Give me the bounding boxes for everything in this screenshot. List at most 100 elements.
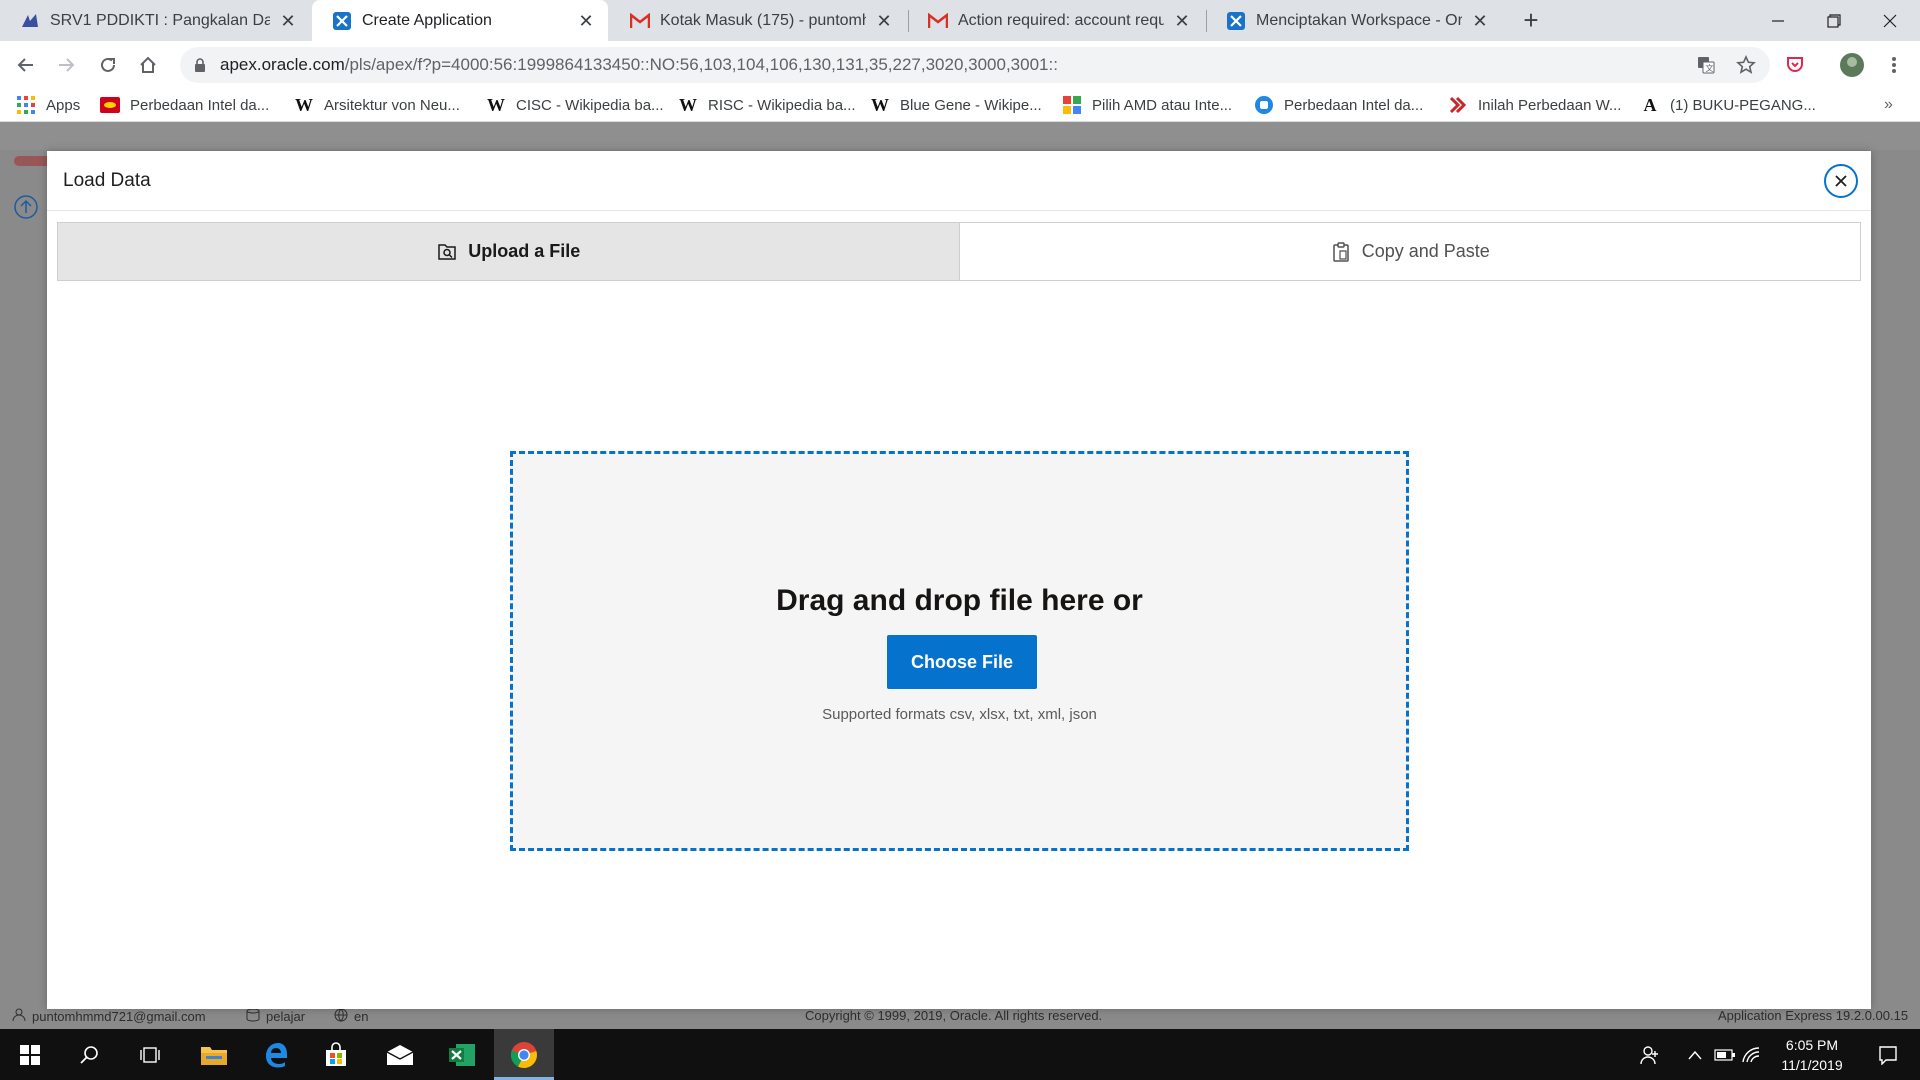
url-host: apex.oracle.com — [220, 55, 345, 74]
tab-close-icon[interactable]: ✕ — [874, 11, 894, 31]
people-icon[interactable] — [1630, 1029, 1670, 1080]
close-icon — [1835, 175, 1847, 187]
battery-icon[interactable] — [1710, 1029, 1740, 1080]
search-icon — [80, 1045, 98, 1064]
app-header — [0, 122, 1920, 150]
footer-copyright: Copyright © 1999, 2019, Oracle. All righ… — [805, 1008, 1103, 1023]
task-view-button[interactable] — [120, 1029, 180, 1080]
notification-icon[interactable] — [1868, 1029, 1908, 1080]
bookmarks-overflow-icon[interactable]: » — [1884, 92, 1893, 118]
folder-icon — [201, 1046, 227, 1065]
new-tab-button[interactable]: + — [1516, 6, 1546, 36]
bookmark-label: Perbedaan Intel da... — [130, 96, 270, 114]
translate-icon[interactable]: 文 — [1688, 47, 1724, 83]
taskbar-file-explorer[interactable] — [184, 1029, 244, 1080]
bookmark-label: Pilih AMD atau Inte... — [1092, 96, 1233, 114]
bookmark-star-icon[interactable] — [1728, 47, 1764, 83]
apps-grid-icon — [16, 95, 36, 115]
search-button[interactable] — [60, 1029, 120, 1080]
academia-icon: A — [1643, 94, 1657, 115]
dialog-header: Load Data — [47, 151, 1871, 211]
store-icon — [326, 1041, 346, 1066]
taskbar-chrome[interactable] — [494, 1029, 554, 1080]
bookmark-item[interactable]: W RISC - Wikipedia ba... — [678, 92, 856, 118]
bookmark-label: Blue Gene - Wikipe... — [900, 96, 1042, 114]
tab-title: Create Application — [362, 11, 492, 29]
taskbar-mail[interactable] — [370, 1029, 430, 1080]
bookmark-item[interactable]: Perbedaan Intel da... — [100, 92, 269, 118]
home-button[interactable] — [132, 49, 164, 81]
svg-text:文: 文 — [1706, 63, 1714, 73]
restore-button[interactable] — [1804, 0, 1864, 41]
tab-title: SRV1 PDDIKTI : Pangkalan Data P — [50, 11, 270, 29]
taskbar-edge[interactable] — [246, 1029, 306, 1080]
site-favicon — [1254, 95, 1274, 115]
user-icon — [12, 1008, 26, 1025]
task-view-icon — [140, 1046, 160, 1063]
clock-time: 6:05 PM — [1785, 1037, 1839, 1053]
apex-favicon — [1226, 11, 1246, 31]
footer-workspace: pelajar — [246, 1008, 305, 1025]
file-dropzone[interactable]: Drag and drop file here or Choose File S… — [510, 451, 1409, 851]
tab-label: Upload a File — [468, 241, 581, 261]
taskbar-excel[interactable] — [432, 1029, 492, 1080]
browser-tab-create-application[interactable]: Create Application ✕ — [312, 0, 608, 41]
tab-close-icon[interactable]: ✕ — [278, 11, 298, 31]
excel-icon — [449, 1043, 475, 1066]
menu-kebab-icon[interactable] — [1878, 49, 1910, 81]
profile-avatar[interactable] — [1836, 49, 1868, 81]
browser-tab-workspace[interactable]: Menciptakan Workspace - Oracle ✕ — [1206, 0, 1502, 41]
wikipedia-icon: W — [487, 94, 505, 115]
windows-logo-icon — [20, 1044, 40, 1065]
address-bar[interactable]: apex.oracle.com/pls/apex/f?p=4000:56:199… — [180, 47, 1770, 83]
reload-button[interactable] — [92, 49, 124, 81]
url-path: /pls/apex/f?p=4000:56:1999864133450::NO:… — [344, 55, 1058, 74]
dialog-close-button[interactable] — [1824, 164, 1858, 198]
bookmark-item[interactable]: W Arsitektur von Neu... — [294, 92, 460, 118]
bookmark-item[interactable]: A (1) BUKU-PEGANG... — [1640, 92, 1816, 118]
minimize-button[interactable] — [1748, 0, 1808, 41]
taskbar-store[interactable] — [306, 1029, 366, 1080]
chrome-icon — [510, 1041, 537, 1068]
gmail-favicon — [630, 11, 650, 31]
tab-close-icon[interactable]: ✕ — [576, 11, 596, 31]
back-button[interactable] — [10, 49, 42, 81]
load-method-tabs: Upload a File Copy and Paste — [57, 222, 1861, 281]
start-button[interactable] — [0, 1029, 60, 1080]
bookmark-item[interactable]: W CISC - Wikipedia ba... — [486, 92, 664, 118]
tab-copy-paste[interactable]: Copy and Paste — [959, 223, 1860, 280]
upload-file-icon — [436, 241, 458, 263]
bookmark-item[interactable]: Pilih AMD atau Inte... — [1062, 92, 1232, 118]
bookmarks-bar: Apps Perbedaan Intel da... W Arsitektur … — [0, 88, 1920, 122]
choose-file-button[interactable]: Choose File — [887, 635, 1037, 689]
load-data-dialog: Load Data Upload a File Copy and Paste D… — [47, 151, 1871, 1009]
bookmark-label: Inilah Perbedaan W... — [1478, 96, 1622, 114]
tab-close-icon[interactable]: ✕ — [1172, 11, 1192, 31]
mail-icon — [386, 1044, 414, 1065]
bookmark-apps[interactable]: Apps — [16, 92, 80, 118]
footer-version: Application Express 19.2.0.00.15 — [1718, 1008, 1909, 1023]
forward-button[interactable] — [50, 49, 82, 81]
bookmark-item[interactable]: Perbedaan Intel da... — [1254, 92, 1423, 118]
footer-language: en — [334, 1008, 368, 1025]
wikipedia-icon: W — [295, 94, 313, 115]
browser-tab-pddikti[interactable]: SRV1 PDDIKTI : Pangkalan Data P ✕ — [0, 0, 310, 41]
taskbar-clock[interactable]: 6:05 PM 11/1/2019 — [1760, 1035, 1864, 1075]
bookmark-item[interactable]: W Blue Gene - Wikipe... — [870, 92, 1042, 118]
pocket-extension-icon[interactable] — [1779, 49, 1811, 81]
site-favicon — [1062, 95, 1082, 115]
close-window-button[interactable] — [1860, 0, 1920, 41]
tab-title: Action required: account request — [958, 11, 1164, 29]
chevron-up-icon[interactable] — [1680, 1029, 1710, 1080]
bookmark-item[interactable]: Inilah Perbedaan W... — [1448, 92, 1621, 118]
database-icon — [246, 1008, 260, 1025]
windows-taskbar: 6:05 PM 11/1/2019 — [0, 1029, 1920, 1080]
wikipedia-icon: W — [679, 94, 697, 115]
browser-tab-gmail-inbox[interactable]: Kotak Masuk (175) - puntomhmm ✕ — [610, 0, 906, 41]
browser-tab-gmail-action[interactable]: Action required: account request ✕ — [908, 0, 1204, 41]
globe-icon — [334, 1008, 348, 1025]
tab-upload-file[interactable]: Upload a File — [58, 223, 960, 280]
clock-date: 11/1/2019 — [1781, 1057, 1843, 1073]
footer-language-label: en — [354, 1009, 369, 1024]
tab-close-icon[interactable]: ✕ — [1470, 11, 1490, 31]
